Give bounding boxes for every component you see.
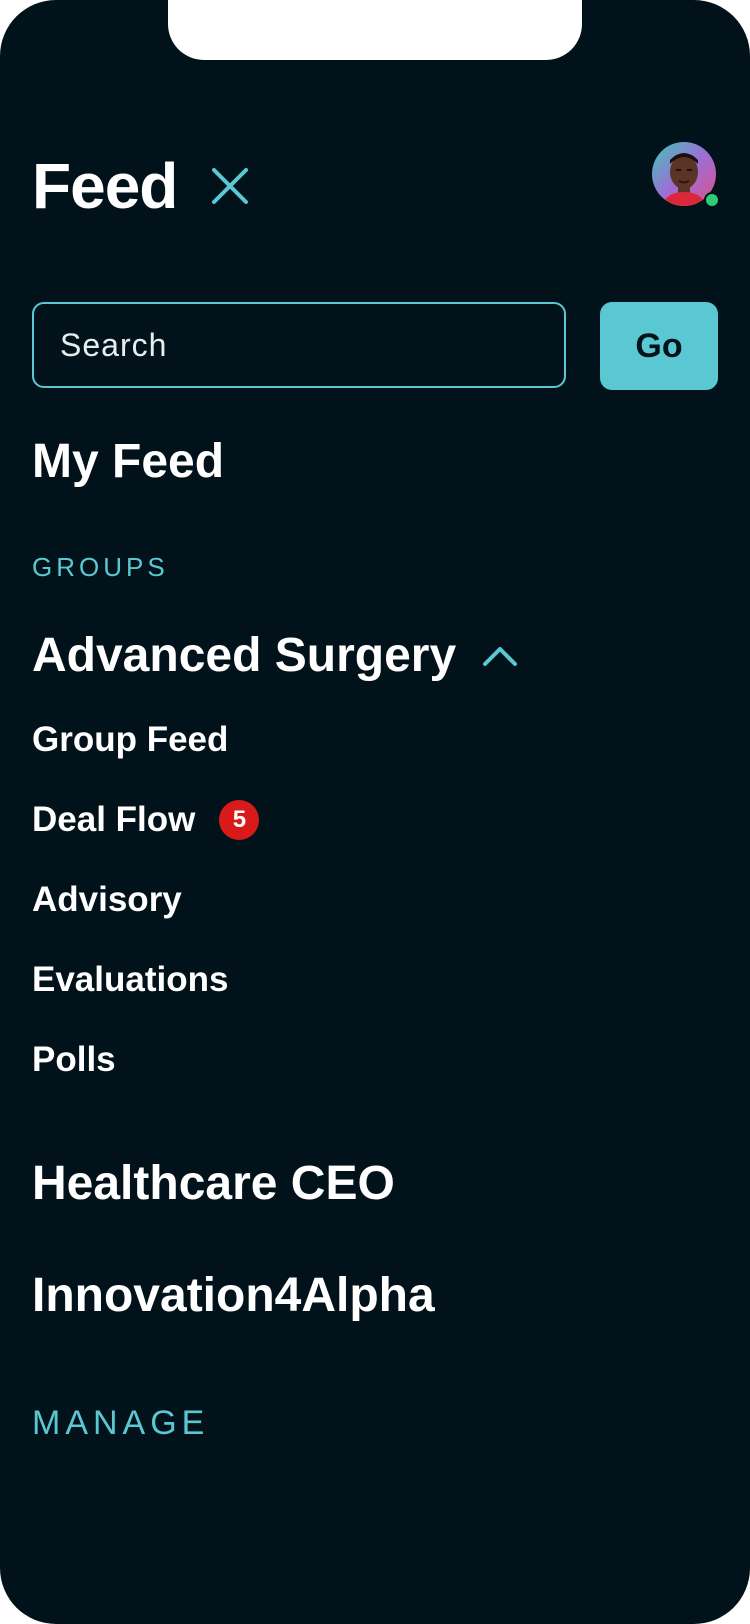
group-item-evaluations[interactable]: Evaluations	[32, 958, 228, 1002]
group-item-label: Evaluations	[32, 960, 229, 999]
chevron-up-icon	[483, 647, 518, 666]
group-item-label: Group Feed	[32, 720, 229, 759]
search-input[interactable]	[32, 302, 566, 388]
notification-badge: 5	[219, 800, 260, 840]
group-item-group-feed[interactable]: Group Feed	[32, 718, 228, 762]
close-icon	[212, 168, 248, 204]
group-healthcare-ceo[interactable]: Healthcare CEO	[32, 1154, 395, 1214]
group-innovation4alpha[interactable]: Innovation4Alpha	[32, 1266, 435, 1326]
app-screen: Feed Search Go My Feed GROUPS Advanced S…	[0, 0, 750, 1624]
my-feed-link[interactable]: My Feed	[32, 432, 224, 492]
go-button[interactable]: Go	[600, 302, 718, 390]
group-item-label: Advisory	[32, 880, 182, 919]
user-avatar-button[interactable]	[652, 142, 720, 210]
device-notch	[168, 0, 582, 60]
group-item-deal-flow[interactable]: Deal Flow 5	[32, 798, 260, 842]
groups-section-label: GROUPS	[32, 552, 169, 582]
group-item-polls[interactable]: Polls	[32, 1038, 116, 1082]
group-item-advisory[interactable]: Advisory	[32, 878, 182, 922]
group-advanced-surgery[interactable]: Advanced Surgery	[32, 626, 518, 686]
online-status-dot	[704, 192, 720, 208]
manage-section-label: MANAGE	[32, 1404, 210, 1442]
page-title: Feed	[32, 150, 178, 222]
close-button[interactable]	[208, 164, 252, 208]
group-item-label: Deal Flow	[32, 800, 196, 839]
group-label: Advanced Surgery	[32, 629, 457, 682]
group-item-label: Polls	[32, 1040, 116, 1079]
